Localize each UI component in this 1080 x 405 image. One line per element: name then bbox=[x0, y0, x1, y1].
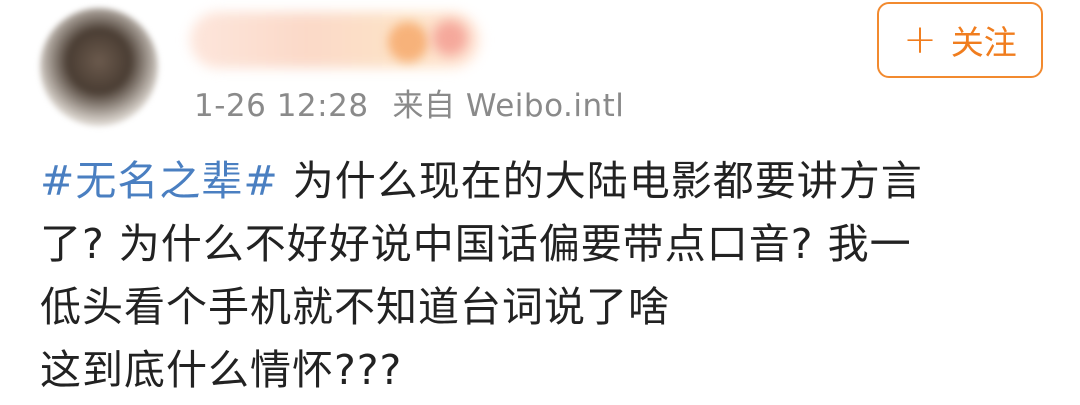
weibo-post: 1-26 12:28 来自 Weibo.intl + 关注 #无名之辈# 为什么现… bbox=[0, 0, 1080, 405]
content-line: #无名之辈# 为什么现在的大陆电影都要讲方言 bbox=[40, 150, 1050, 213]
post-source[interactable]: 来自 Weibo.intl bbox=[393, 88, 625, 124]
post-content: #无名之辈# 为什么现在的大陆电影都要讲方言 了? 为什么不好好说中国话偏要带点… bbox=[40, 150, 1050, 402]
post-meta: 1-26 12:28 来自 Weibo.intl bbox=[194, 80, 624, 125]
post-time: 1-26 12:28 bbox=[194, 88, 369, 124]
follow-label: 关注 bbox=[950, 23, 1017, 62]
avatar[interactable] bbox=[40, 8, 158, 126]
follow-button[interactable]: + 关注 bbox=[877, 2, 1043, 78]
content-text: 为什么现在的大陆电影都要讲方言 bbox=[278, 157, 923, 205]
hashtag-link[interactable]: #无名之辈# bbox=[40, 157, 279, 205]
user-badge-icon bbox=[432, 20, 468, 56]
content-line: 了? 为什么不好好说中国话偏要带点口音? 我一 bbox=[40, 220, 912, 268]
plus-icon: + bbox=[903, 17, 937, 63]
user-badge-icon bbox=[388, 22, 428, 62]
content-line: 低头看个手机就不知道台词说了啥 bbox=[40, 283, 670, 331]
content-line: 这到底什么情怀??? bbox=[40, 346, 403, 394]
